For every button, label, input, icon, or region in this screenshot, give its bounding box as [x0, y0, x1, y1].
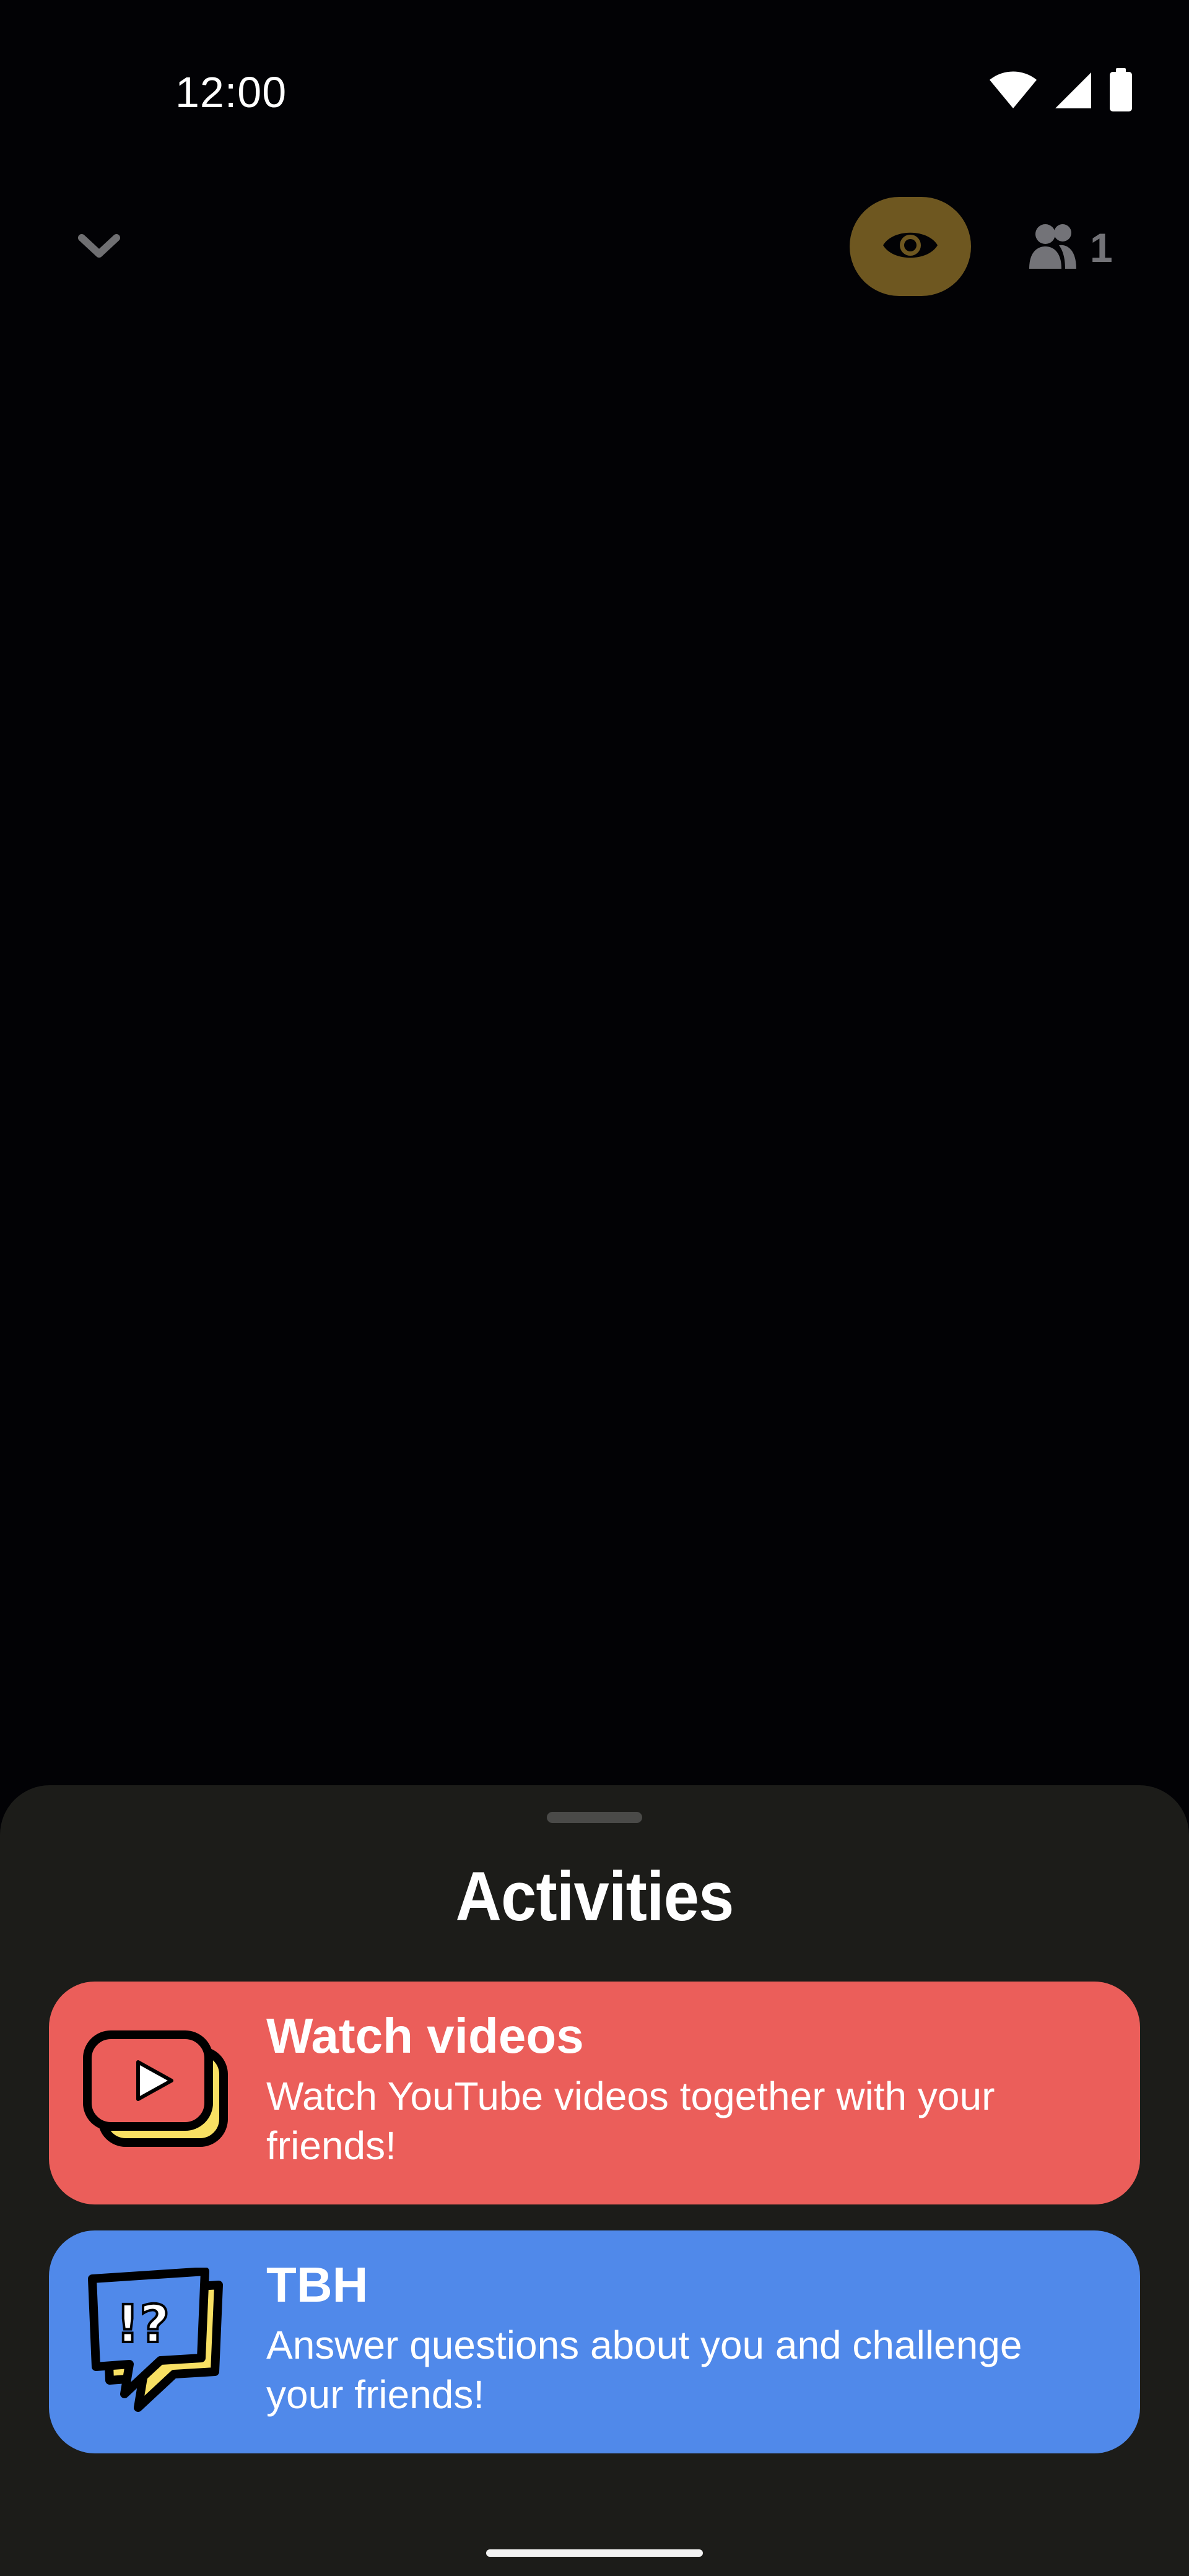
svg-text:!?: !?: [116, 2294, 170, 2354]
participants-count: 1: [1090, 225, 1113, 271]
activity-title: Watch videos: [266, 2008, 584, 2063]
participants-button[interactable]: 1: [1028, 220, 1113, 276]
camera-toggle-button[interactable]: [850, 197, 971, 296]
call-screen: 12:00 1 Activities Watch videos Watch Yo…: [0, 0, 1189, 2576]
wifi-icon: [988, 71, 1038, 110]
activity-card-tbh[interactable]: !? TBH Answer questions about you and ch…: [49, 2230, 1140, 2453]
status-icons: [988, 68, 1133, 113]
home-indicator[interactable]: [486, 2549, 703, 2557]
status-bar: 12:00: [0, 0, 1189, 186]
activity-card-watch-videos[interactable]: Watch videos Watch YouTube videos togeth…: [49, 1982, 1140, 2204]
eye-icon: [881, 226, 940, 268]
chevron-down-icon: [78, 233, 120, 262]
activity-title: TBH: [266, 2257, 368, 2312]
sheet-drag-handle[interactable]: [547, 1812, 642, 1823]
activity-description: Answer questions about you and challenge…: [266, 2323, 1022, 2417]
sheet-title: Activities: [455, 1858, 734, 1935]
cellular-signal-icon: [1054, 71, 1092, 110]
collapse-button[interactable]: [68, 217, 130, 279]
activities-sheet: Activities Watch videos Watch YouTube vi…: [0, 1785, 1189, 2576]
activity-description: Watch YouTube videos together with your …: [266, 2074, 995, 2168]
play-video-icon: [81, 2019, 236, 2167]
status-time: 12:00: [175, 68, 287, 116]
question-speech-bubble-icon: !?: [81, 2268, 236, 2416]
battery-icon: [1108, 68, 1133, 113]
people-icon: [1028, 223, 1078, 273]
